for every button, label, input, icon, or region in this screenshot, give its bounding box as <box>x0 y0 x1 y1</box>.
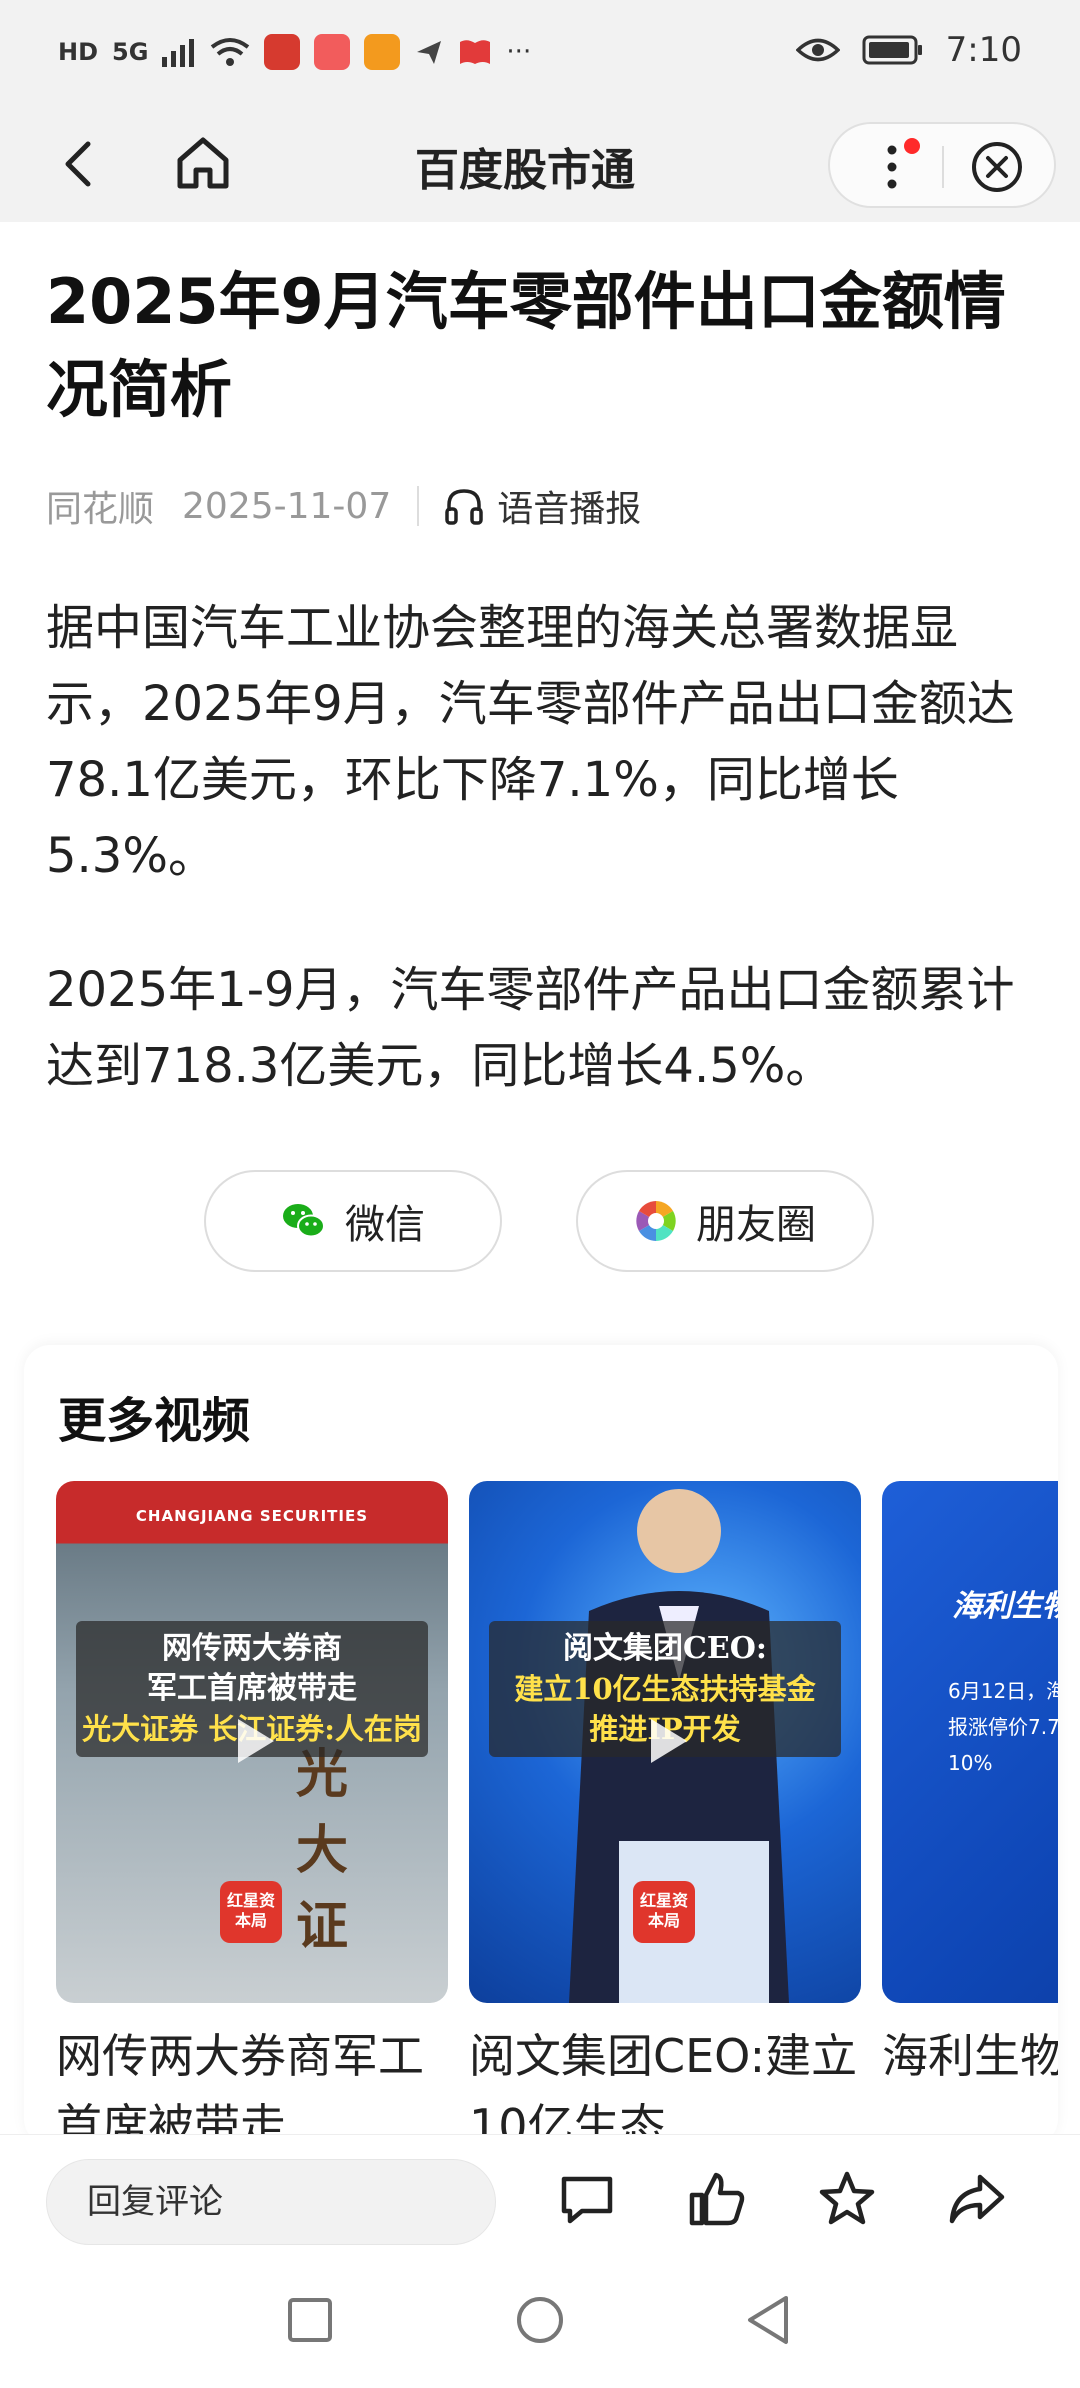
more-videos-section: 更多视频 CHANGJIANG SECURITIES 光大证 网传两大券商 军工… <box>24 1345 1058 2145</box>
comment-input[interactable]: 回复评论 <box>46 2159 496 2245</box>
video-card[interactable]: 股市 海利生物 6月12日，海 报涨停价7.7 10% 海利生物停 <box>882 1481 1058 2145</box>
share-moments-button[interactable]: 朋友圈 <box>576 1170 874 1272</box>
article-date: 2025-11-07 <box>182 485 392 527</box>
bottom-action-bar: 回复评论 <box>0 2134 1080 2260</box>
status-bar: HD 5G ··· 7:10 <box>0 0 1080 110</box>
wifi-icon <box>211 38 250 66</box>
article-paragraph: 2025年1-9月，汽车零部件产品出口金额累计达到718.3亿美元，同比增长4.… <box>46 962 1015 1094</box>
play-icon[interactable] <box>222 1711 282 1771</box>
star-icon[interactable] <box>816 2169 878 2231</box>
share-icon[interactable] <box>946 2169 1008 2231</box>
back-triangle-icon[interactable] <box>738 2290 798 2350</box>
book-app-icon <box>460 40 491 64</box>
wallet-app-icon <box>364 34 401 70</box>
like-icon[interactable] <box>686 2169 748 2231</box>
video-caption[interactable]: 阅文集团CEO:建立10亿生态… <box>469 2021 859 2145</box>
recent-apps-icon[interactable] <box>280 2290 340 2350</box>
mini-program-capsule <box>828 122 1056 208</box>
brand-strip: CHANGJIANG SECURITIES <box>135 1507 369 1525</box>
moments-icon <box>636 1201 676 1241</box>
huawei-app-icon <box>314 34 351 70</box>
share-wechat-button[interactable]: 微信 <box>204 1170 502 1272</box>
wechat-label: 微信 <box>345 1202 425 1248</box>
video-card[interactable]: 阅文集团CEO: 建立10亿生态扶持基金 推进IP开发 红星资本局 阅文集团CE… <box>469 1481 861 2145</box>
article: 2025年9月汽车零部件出口金额情况简析 同花顺 2025-11-07 语音播报… <box>0 222 1080 1342</box>
home-circle-icon[interactable] <box>510 2290 570 2350</box>
publisher-badge: 红星资本局 <box>633 1881 695 1943</box>
eye-icon <box>795 38 840 62</box>
moments-label: 朋友圈 <box>696 1202 816 1248</box>
article-meta: 同花顺 2025-11-07 语音播报 <box>46 480 641 532</box>
building-sign: 光大证 <box>295 1744 348 1957</box>
play-icon[interactable] <box>635 1711 695 1771</box>
headphones-icon <box>445 489 483 525</box>
hd-indicator: HD <box>58 38 99 66</box>
thumbnail-line: 10% <box>948 1751 993 1775</box>
article-paragraph: 据中国汽车工业协会整理的海关总署数据显示，2025年9月，汽车零部件产品出口金额… <box>46 600 1015 884</box>
thumbnail-body: 6月12日，海 报涨停价7.7 10% <box>948 1673 1058 1781</box>
top-nav: 百度股市通 <box>0 110 1080 222</box>
close-circle-icon[interactable] <box>970 140 1024 194</box>
notification-dot <box>904 138 920 154</box>
notification-app-icon <box>264 34 301 70</box>
thumbnail-headline: 海利生物 <box>952 1589 1058 1624</box>
comment-icon[interactable] <box>556 2169 618 2231</box>
listen-button[interactable]: 语音播报 <box>443 480 641 532</box>
system-navigation <box>0 2260 1080 2388</box>
video-caption[interactable]: 网传两大券商军工首席被带走… <box>56 2021 446 2145</box>
capsule-divider <box>942 146 944 188</box>
meta-divider <box>417 486 420 526</box>
video-caption[interactable]: 海利生物停 <box>882 2021 1058 2145</box>
overlay-line: 军工首席被带走 <box>147 1671 357 1706</box>
overlay-line: 网传两大券商 <box>162 1631 342 1666</box>
article-title: 2025年9月汽车零部件出口金额情况简析 <box>46 265 1006 426</box>
video-thumbnail[interactable]: 阅文集团CEO: 建立10亿生态扶持基金 推进IP开发 红星资本局 <box>469 1481 861 2003</box>
overlay-line: 阅文集团CEO: <box>563 1631 767 1666</box>
status-left: HD 5G ··· <box>58 34 531 70</box>
article-source[interactable]: 同花顺 <box>46 480 154 532</box>
video-card[interactable]: CHANGJIANG SECURITIES 光大证 网传两大券商 军工首席被带走… <box>56 1481 448 2145</box>
video-thumbnail[interactable]: 股市 海利生物 6月12日，海 报涨停价7.7 10% <box>882 1481 1058 2003</box>
signal-icon <box>162 39 195 67</box>
video-carousel[interactable]: CHANGJIANG SECURITIES 光大证 网传两大券商 军工首席被带走… <box>56 1481 1058 2145</box>
more-notifications: ··· <box>506 37 532 67</box>
status-right: 7:10 <box>795 30 1022 70</box>
wechat-icon <box>283 1204 325 1238</box>
battery-icon <box>862 35 922 65</box>
section-title: 更多视频 <box>58 1393 251 1449</box>
thumbnail-line: 报涨停价7.7 <box>948 1715 1058 1739</box>
video-thumbnail[interactable]: CHANGJIANG SECURITIES 光大证 网传两大券商 军工首席被带走… <box>56 1481 448 2003</box>
overlay-line: 建立10亿生态扶持基金 <box>514 1672 816 1706</box>
paper-plane-icon <box>417 41 442 64</box>
listen-label: 语音播报 <box>497 489 642 530</box>
5g-indicator: 5G <box>112 38 149 66</box>
clock: 7:10 <box>945 30 1022 70</box>
publisher-badge: 红星资本局 <box>220 1881 282 1943</box>
thumbnail-line: 6月12日，海 <box>948 1679 1058 1703</box>
